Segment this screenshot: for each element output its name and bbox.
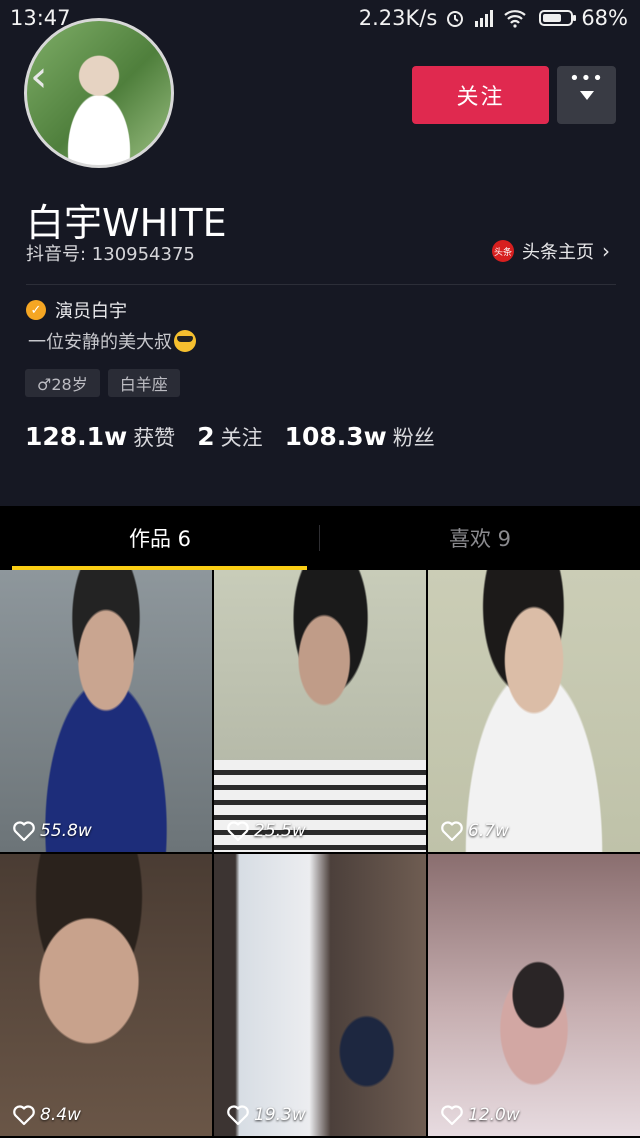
profile-stats: 128.1w 获赞 2 关注 108.3w 粉丝 — [25, 422, 457, 452]
video-likes: 12.0w — [440, 1104, 520, 1126]
status-bar: 13:47 2.23K/s 68% — [0, 0, 640, 36]
stat-followers[interactable]: 108.3w 粉丝 — [285, 422, 435, 452]
more-dots-icon: ••• — [569, 68, 604, 89]
stat-following[interactable]: 2 关注 — [197, 422, 262, 452]
video-likes-count: 25.5w — [254, 821, 306, 841]
heart-icon — [441, 821, 463, 842]
heart-icon — [441, 1105, 463, 1126]
nickname: 白宇WHITE — [26, 201, 227, 245]
video-thumbnail[interactable]: 6.7w — [428, 570, 640, 852]
stat-followers-label: 粉丝 — [392, 426, 435, 450]
battery-percent: 68% — [581, 6, 628, 30]
alarm-icon — [447, 11, 464, 27]
zodiac-tag-text: 白羊座 — [119, 375, 168, 394]
video-thumbnail[interactable]: 12.0w — [428, 854, 640, 1136]
tab-likes[interactable]: 喜欢 9 — [320, 506, 640, 570]
verified-info: ✓ 演员白宇 — [26, 297, 127, 323]
tab-works[interactable]: 作品 6 — [0, 506, 320, 570]
wifi-icon — [504, 10, 527, 28]
heart-icon — [227, 1105, 249, 1126]
stat-following-label: 关注 — [220, 426, 263, 450]
video-likes-count: 12.0w — [468, 1105, 520, 1125]
tab-works-label: 作品 6 — [128, 527, 192, 551]
video-likes: 19.3w — [226, 1104, 306, 1126]
battery-fill — [543, 14, 561, 22]
video-grid: 55.8w 25.5w 6.7w 8.4w 19.3w 12.0w — [0, 570, 640, 1138]
content-tabs: 作品 6 喜欢 9 — [0, 506, 640, 570]
profile-tags: ♂28岁 白羊座 — [25, 369, 180, 397]
tab-likes-label: 喜欢 9 — [448, 527, 512, 551]
video-thumbnail[interactable]: 19.3w — [214, 854, 426, 1136]
stat-followers-value: 108.3w — [284, 422, 387, 451]
follow-button[interactable]: 关注 — [412, 66, 549, 124]
bio-text: 一位安静的美大叔 — [28, 332, 172, 353]
video-likes-count: 8.4w — [40, 1105, 81, 1125]
age-tag-text: ♂28岁 — [37, 375, 88, 394]
stat-likes[interactable]: 128.1w 获赞 — [25, 422, 175, 452]
back-icon[interactable]: ‹ — [30, 55, 48, 99]
profile-header: ‹ 关注 ••• 白宇WHITE 抖音号: 130954375 头条 头条主页 … — [0, 0, 640, 505]
video-likes-count: 6.7w — [468, 821, 509, 841]
toutiao-link-label: 头条主页 — [522, 242, 594, 263]
signal-icon — [475, 10, 494, 27]
video-likes-count: 55.8w — [40, 821, 92, 841]
heart-icon — [13, 1105, 35, 1126]
video-likes: 55.8w — [12, 820, 92, 842]
video-likes: 25.5w — [226, 820, 306, 842]
stat-likes-label: 获赞 — [133, 426, 176, 450]
network-speed: 2.23K/s — [358, 6, 438, 30]
video-likes: 8.4w — [12, 1104, 81, 1126]
video-likes: 6.7w — [440, 820, 509, 842]
age-tag: ♂28岁 — [25, 369, 100, 397]
heart-icon — [227, 821, 249, 842]
douyin-id: 抖音号: 130954375 — [26, 244, 195, 265]
video-thumbnail[interactable]: 8.4w — [0, 854, 212, 1136]
toutiao-logo-icon: 头条 — [492, 240, 514, 262]
stat-following-value: 2 — [197, 422, 215, 451]
toutiao-homepage-link[interactable]: 头条 头条主页 › — [492, 238, 610, 264]
bio: 一位安静的美大叔 — [28, 328, 196, 354]
chevron-right-icon: › — [602, 239, 610, 263]
verified-label: 演员白宇 — [55, 301, 127, 322]
sunglasses-emoji-icon — [174, 330, 196, 352]
status-time: 13:47 — [10, 6, 71, 30]
heart-icon — [13, 821, 35, 842]
divider — [26, 284, 616, 285]
battery-icon — [539, 10, 577, 26]
video-thumbnail[interactable]: 55.8w — [0, 570, 212, 852]
zodiac-tag: 白羊座 — [107, 369, 180, 397]
chevron-down-icon — [580, 91, 594, 100]
stat-likes-value: 128.1w — [25, 422, 128, 451]
video-likes-count: 19.3w — [254, 1105, 306, 1125]
video-thumbnail[interactable]: 25.5w — [214, 570, 426, 852]
more-button[interactable]: ••• — [557, 66, 616, 124]
verified-check-icon: ✓ — [26, 300, 46, 320]
